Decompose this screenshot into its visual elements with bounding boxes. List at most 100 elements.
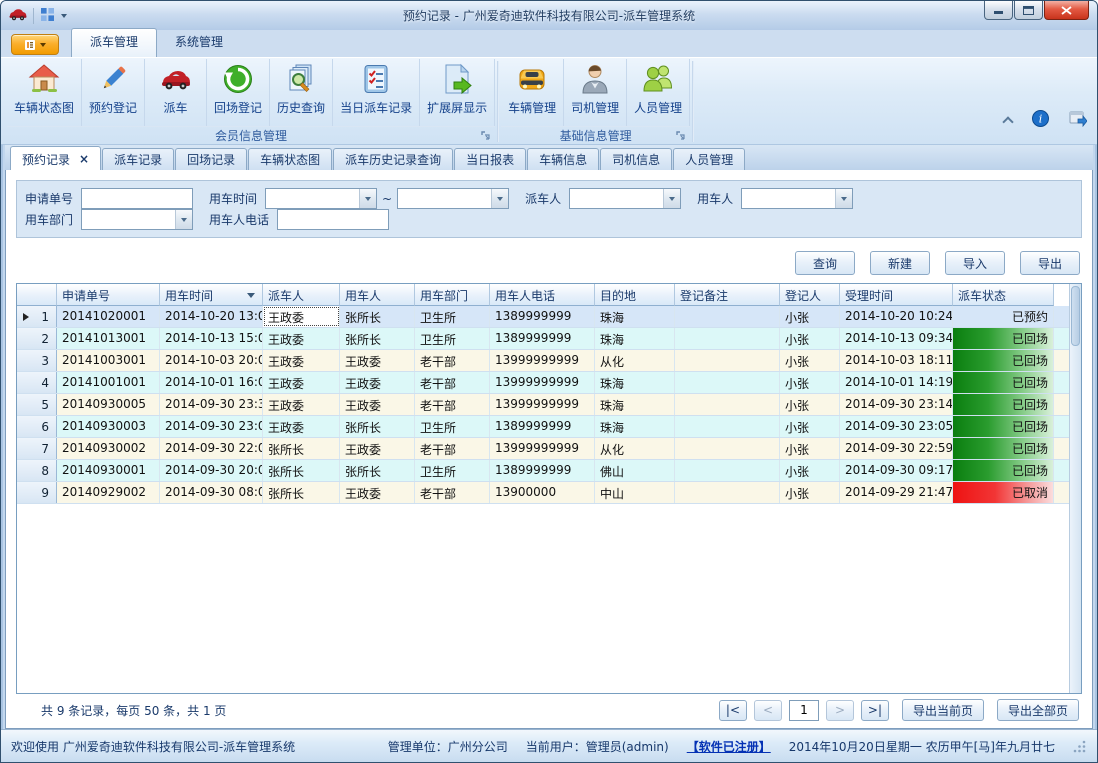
- cell-use-time[interactable]: 2014-09-30 23:00: [160, 416, 263, 437]
- col-header-department[interactable]: 用车部门: [415, 284, 490, 306]
- cell-use-time[interactable]: 2014-10-13 15:00: [160, 328, 263, 349]
- cell-apply-no[interactable]: 20140930005: [57, 394, 160, 415]
- col-header-destination[interactable]: 目的地: [595, 284, 675, 306]
- row-selector[interactable]: 8: [17, 460, 57, 481]
- last-page-button[interactable]: >|: [861, 700, 889, 721]
- cell-destination[interactable]: 珠海: [595, 372, 675, 393]
- row-selector[interactable]: 5: [17, 394, 57, 415]
- cell-destination[interactable]: 中山: [595, 482, 675, 503]
- cell-dispatch-status[interactable]: 已回场: [953, 438, 1054, 459]
- cell-user[interactable]: 张所长: [340, 416, 415, 437]
- next-page-button[interactable]: >: [826, 700, 854, 721]
- personnel-manage-button[interactable]: 人员管理: [627, 59, 690, 126]
- ribbon-tab-dispatch-manage[interactable]: 派车管理: [71, 28, 157, 57]
- app-menu-button[interactable]: [11, 34, 59, 55]
- cell-remark[interactable]: [675, 306, 780, 327]
- cell-department[interactable]: 卫生所: [415, 460, 490, 481]
- close-button[interactable]: [1044, 1, 1089, 20]
- help-icon[interactable]: i: [1032, 110, 1049, 130]
- cell-remark[interactable]: [675, 350, 780, 371]
- cell-accept-time[interactable]: 2014-10-20 10:24: [840, 306, 953, 327]
- row-selector[interactable]: 2: [17, 328, 57, 349]
- cell-dispatcher[interactable]: 王政委: [263, 306, 340, 327]
- tab-return-records[interactable]: 回场记录: [175, 148, 247, 170]
- tab-driver-info[interactable]: 司机信息: [600, 148, 672, 170]
- cell-dispatch-status[interactable]: 已回场: [953, 460, 1054, 481]
- cell-department[interactable]: 老干部: [415, 350, 490, 371]
- history-query-button[interactable]: 历史查询: [270, 59, 333, 126]
- cell-registrar[interactable]: 小张: [780, 416, 840, 437]
- cell-user[interactable]: 张所长: [340, 306, 415, 327]
- cell-accept-time[interactable]: 2014-10-13 09:34: [840, 328, 953, 349]
- chevron-down-icon[interactable]: [61, 14, 67, 18]
- cell-department[interactable]: 老干部: [415, 482, 490, 503]
- cell-dispatch-status[interactable]: 已预约: [953, 306, 1054, 327]
- cell-phone[interactable]: 13900000: [490, 482, 595, 503]
- cell-remark[interactable]: [675, 460, 780, 481]
- today-dispatch-records-button[interactable]: 当日派车记录: [333, 59, 420, 126]
- cell-dispatch-status[interactable]: 已取消: [953, 482, 1054, 503]
- tab-personnel-manage[interactable]: 人员管理: [673, 148, 745, 170]
- cell-dispatcher[interactable]: 张所长: [263, 482, 340, 503]
- cell-remark[interactable]: [675, 372, 780, 393]
- table-row[interactable]: 2201410130012014-10-13 15:00王政委张所长卫生所138…: [17, 328, 1069, 350]
- cell-user[interactable]: 王政委: [340, 372, 415, 393]
- grid-icon[interactable]: [40, 7, 55, 25]
- cell-remark[interactable]: [675, 416, 780, 437]
- cell-use-time[interactable]: 2014-10-03 20:00: [160, 350, 263, 371]
- cell-apply-no[interactable]: 20141003001: [57, 350, 160, 371]
- extend-screen-button[interactable]: 扩展屏显示: [420, 59, 495, 126]
- phone-input[interactable]: [277, 209, 389, 230]
- ribbon-tab-system-manage[interactable]: 系统管理: [157, 28, 241, 57]
- table-row[interactable]: 7201409300022014-09-30 22:00张所长王政委老干部139…: [17, 438, 1069, 460]
- row-selector[interactable]: 4: [17, 372, 57, 393]
- cell-department[interactable]: 老干部: [415, 394, 490, 415]
- cell-dispatcher[interactable]: 王政委: [263, 350, 340, 371]
- resize-grip[interactable]: [1073, 739, 1087, 753]
- cell-dispatcher[interactable]: 王政委: [263, 416, 340, 437]
- cell-phone[interactable]: 1389999999: [490, 328, 595, 349]
- tab-dispatch-history-query[interactable]: 派车历史记录查询: [333, 148, 453, 170]
- query-button[interactable]: 查询: [795, 251, 855, 275]
- scrollbar-thumb[interactable]: [1071, 286, 1080, 346]
- tab-reservation-records[interactable]: 预约记录×: [10, 146, 101, 170]
- cell-use-time[interactable]: 2014-10-01 16:00: [160, 372, 263, 393]
- cell-dispatcher[interactable]: 张所长: [263, 438, 340, 459]
- new-button[interactable]: 新建: [870, 251, 930, 275]
- col-header-apply-no[interactable]: 申请单号: [57, 284, 160, 306]
- cell-registrar[interactable]: 小张: [780, 372, 840, 393]
- export-current-page-button[interactable]: 导出当前页: [902, 699, 984, 721]
- table-row[interactable]: 1201410200012014-10-20 13:00王政委张所长卫生所138…: [17, 306, 1069, 328]
- cell-remark[interactable]: [675, 394, 780, 415]
- use-time-from-combo[interactable]: [265, 188, 377, 209]
- row-selector[interactable]: 1: [17, 306, 57, 327]
- tab-vehicle-info[interactable]: 车辆信息: [527, 148, 599, 170]
- col-header-dispatcher[interactable]: 派车人: [263, 284, 340, 306]
- cell-dispatcher[interactable]: 王政委: [263, 372, 340, 393]
- dispatch-button[interactable]: 派车: [145, 59, 207, 126]
- apply-no-input[interactable]: [81, 188, 193, 209]
- cell-use-time[interactable]: 2014-10-20 13:00: [160, 306, 263, 327]
- cell-user[interactable]: 王政委: [340, 394, 415, 415]
- cell-phone[interactable]: 1389999999: [490, 306, 595, 327]
- tab-dispatch-records[interactable]: 派车记录: [102, 148, 174, 170]
- group-dialog-launcher-icon[interactable]: [480, 130, 492, 142]
- user-combo[interactable]: [741, 188, 853, 209]
- cell-user[interactable]: 张所长: [340, 328, 415, 349]
- cell-registrar[interactable]: 小张: [780, 482, 840, 503]
- page-number-input[interactable]: [789, 700, 819, 721]
- cell-apply-no[interactable]: 20141020001: [57, 306, 160, 327]
- cell-registrar[interactable]: 小张: [780, 350, 840, 371]
- cell-department[interactable]: 卫生所: [415, 306, 490, 327]
- cell-remark[interactable]: [675, 438, 780, 459]
- cell-accept-time[interactable]: 2014-09-29 21:47: [840, 482, 953, 503]
- cell-phone[interactable]: 1389999999: [490, 460, 595, 481]
- cell-use-time[interactable]: 2014-09-30 23:30: [160, 394, 263, 415]
- row-selector[interactable]: 6: [17, 416, 57, 437]
- chevron-down-icon[interactable]: [175, 210, 192, 229]
- driver-manage-button[interactable]: 司机管理: [564, 59, 627, 126]
- first-page-button[interactable]: |<: [719, 700, 747, 721]
- col-header-remark[interactable]: 登记备注: [675, 284, 780, 306]
- cell-destination[interactable]: 珠海: [595, 328, 675, 349]
- cell-phone[interactable]: 13999999999: [490, 394, 595, 415]
